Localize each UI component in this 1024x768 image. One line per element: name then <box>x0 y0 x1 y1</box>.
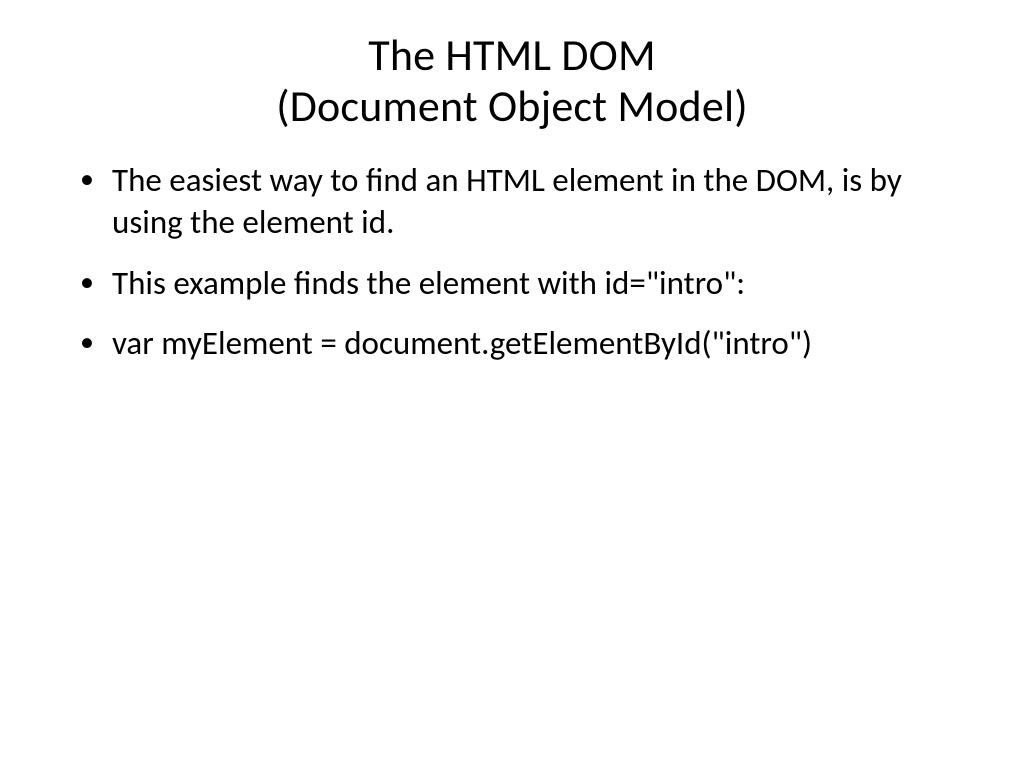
slide-title: The HTML DOM (Document Object Model) <box>60 30 964 131</box>
slide-content: The easiest way to find an HTML element … <box>60 159 964 364</box>
bullet-text: This example finds the element with id="… <box>112 263 745 303</box>
list-item: The easiest way to find an HTML element … <box>70 159 964 243</box>
bullet-text: The easiest way to find an HTML element … <box>112 160 902 242</box>
bullet-list: The easiest way to find an HTML element … <box>70 159 964 364</box>
bullet-text: var myElement = document.getElementById(… <box>112 323 812 363</box>
list-item: var myElement = document.getElementById(… <box>70 322 964 364</box>
title-line-1: The HTML DOM <box>368 28 656 82</box>
title-line-2: (Document Object Model) <box>276 79 748 133</box>
list-item: This example finds the element with id="… <box>70 262 964 304</box>
